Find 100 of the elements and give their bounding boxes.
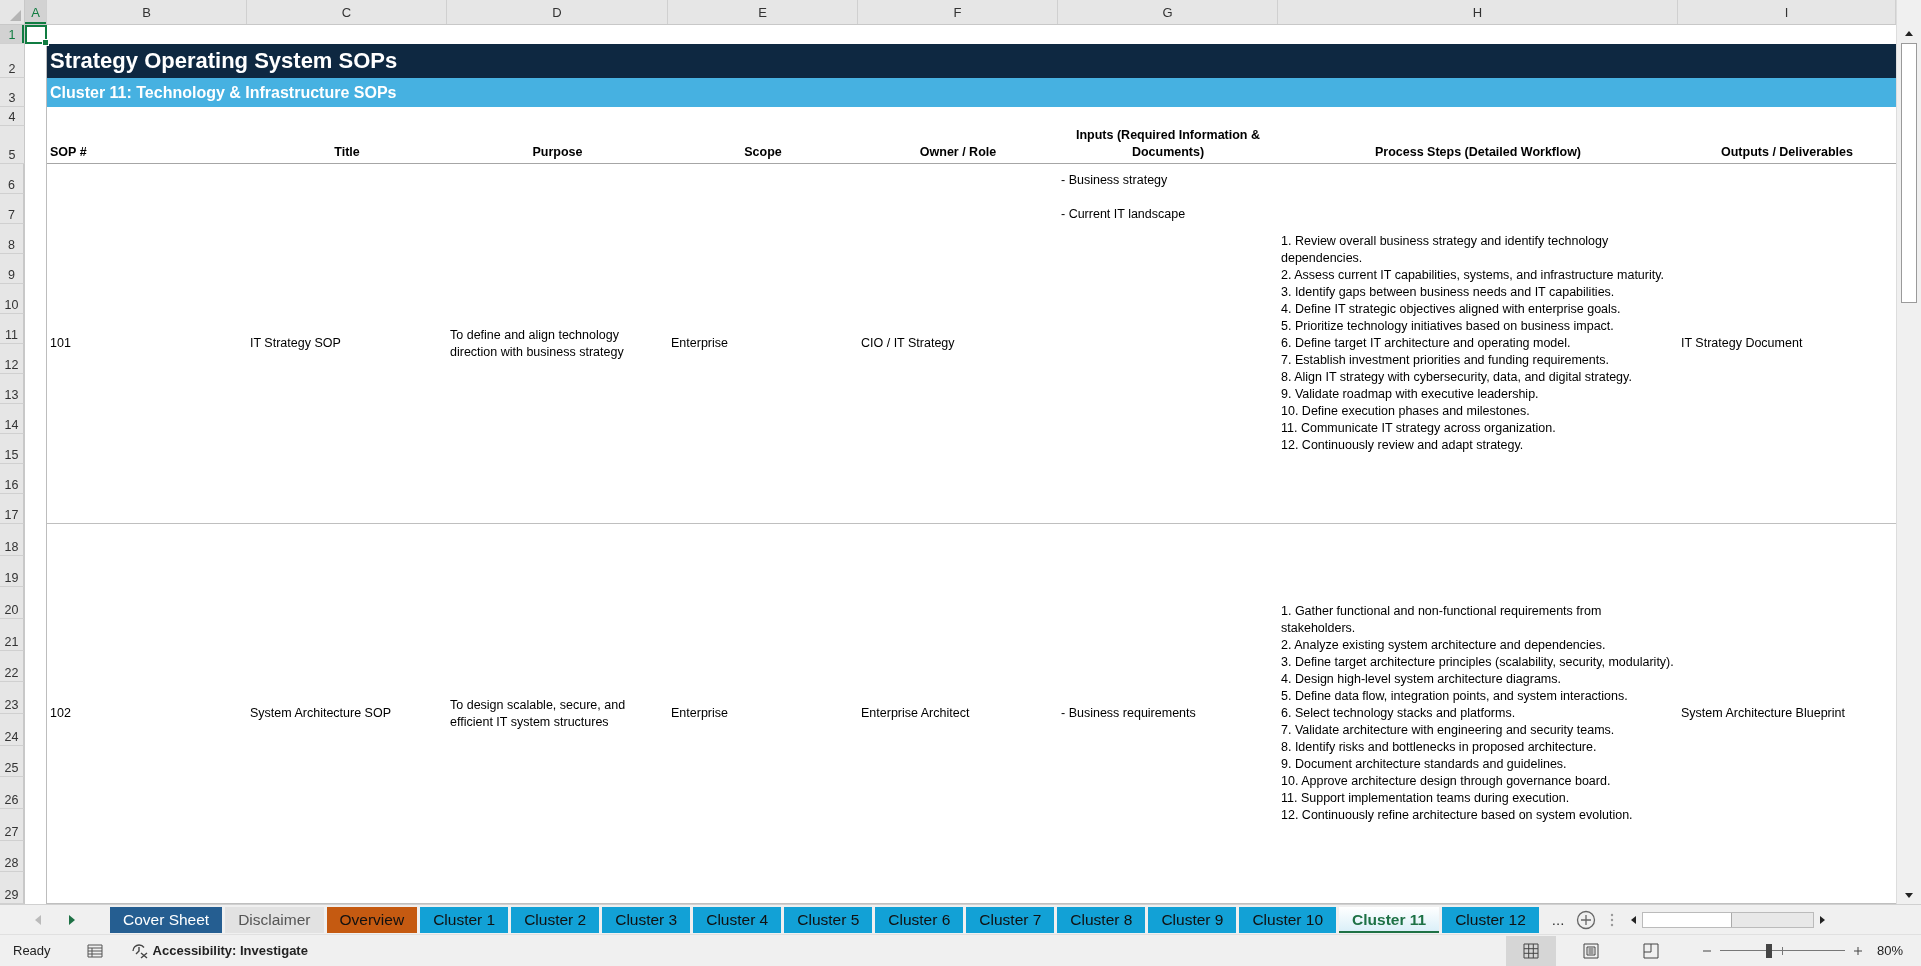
row-header[interactable]: 8 bbox=[0, 224, 24, 254]
process-step: 7. Establish investment priorities and funding requirements. bbox=[1281, 352, 1675, 369]
scrollbar-thumb[interactable] bbox=[1901, 43, 1917, 303]
column-heading: Purpose bbox=[447, 126, 668, 164]
sheet-tab[interactable]: Cluster 4 bbox=[693, 906, 782, 933]
table-cell-text: 101 bbox=[50, 335, 72, 352]
input-item: - Business requirements bbox=[1061, 705, 1197, 722]
sheet-title: Strategy Operating System SOPs bbox=[47, 44, 1896, 78]
row-header[interactable]: 6 bbox=[0, 164, 24, 194]
row-header[interactable]: 17 bbox=[0, 494, 24, 524]
process-step: 10. Approve architecture design through governance board. bbox=[1281, 773, 1675, 790]
selected-cell[interactable] bbox=[25, 25, 47, 44]
sheet-icon[interactable] bbox=[86, 943, 103, 958]
sheet-tab[interactable]: Cluster 1 bbox=[420, 906, 509, 933]
row-header[interactable]: 23 bbox=[0, 682, 24, 715]
row-header[interactable]: 3 bbox=[0, 78, 25, 107]
table-cell-text: Enterprise bbox=[671, 705, 729, 722]
sheet-tab[interactable]: Cluster 6 bbox=[875, 906, 964, 933]
view-button[interactable] bbox=[1505, 935, 1556, 966]
scrollbar-thumb[interactable] bbox=[1643, 912, 1733, 927]
row-header[interactable]: 26 bbox=[0, 777, 24, 810]
row-header[interactable]: 4 bbox=[0, 107, 25, 126]
accessibility-status[interactable]: Accessibility: Investigate bbox=[152, 943, 308, 958]
table-cell-text: System Architecture SOP bbox=[250, 705, 393, 722]
process-step: 4. Design high-level system architecture diagrams. bbox=[1281, 671, 1675, 688]
sheet-tab[interactable]: Cluster 8 bbox=[1057, 906, 1146, 933]
row-header[interactable]: 29 bbox=[0, 872, 24, 904]
process-step: 2. Assess current IT capabilities, systems, and infrastructure maturity. bbox=[1281, 267, 1675, 284]
table-cell-text: To define and align technology direction with business strategy bbox=[450, 326, 625, 361]
row-header[interactable]: 13 bbox=[0, 374, 24, 404]
row-header[interactable]: 21 bbox=[0, 619, 24, 651]
accessibility-icon[interactable] bbox=[130, 942, 149, 959]
column-heading: Scope bbox=[668, 126, 858, 164]
sheet-tab[interactable]: Cluster 2 bbox=[511, 906, 600, 933]
sheet-tab[interactable]: Overview bbox=[326, 906, 418, 933]
process-step: 11. Communicate IT strategy across organization. bbox=[1281, 420, 1675, 437]
slider-thumb[interactable] bbox=[1765, 943, 1772, 958]
page-break-icon bbox=[1642, 942, 1659, 959]
process-step: 3. Identify gaps between business needs and IT capabilities. bbox=[1281, 284, 1675, 301]
column-heading: SOP # bbox=[47, 126, 247, 164]
row-header[interactable]: 27 bbox=[0, 809, 24, 841]
row-header[interactable]: 14 bbox=[0, 404, 24, 434]
row-header[interactable]: 10 bbox=[0, 284, 24, 314]
row-header[interactable]: 28 bbox=[0, 840, 24, 873]
sheet-tab[interactable]: Cluster 3 bbox=[602, 906, 691, 933]
row-header[interactable]: 11 bbox=[0, 314, 24, 344]
process-step: 12. Continuously review and adapt strategy. bbox=[1281, 437, 1675, 454]
process-step: 1. Gather functional and non-functional requirements from stakeholders. bbox=[1281, 603, 1675, 637]
process-step: 10. Define execution phases and milestones. bbox=[1281, 403, 1675, 420]
row-header[interactable]: 25 bbox=[0, 745, 24, 778]
zoom-slider[interactable] bbox=[1719, 942, 1845, 959]
sheet-tab[interactable]: Cluster 10 bbox=[1239, 906, 1337, 933]
sheet-tab[interactable]: Cluster 5 bbox=[784, 906, 873, 933]
row-header[interactable]: 16 bbox=[0, 464, 24, 494]
column-heading: Title bbox=[247, 126, 447, 164]
row-header[interactable]: 7 bbox=[0, 194, 24, 224]
row-header[interactable]: 12 bbox=[0, 344, 24, 374]
process-step: 12. Continuously refine architecture based on system evolution. bbox=[1281, 807, 1675, 824]
sheet-tab[interactable]: Cover Sheet bbox=[110, 906, 223, 933]
row-header[interactable]: 20 bbox=[0, 587, 24, 619]
row-header[interactable]: 19 bbox=[0, 555, 24, 588]
row-header[interactable]: 9 bbox=[0, 254, 24, 284]
process-step: 7. Validate architecture with engineering and security teams. bbox=[1281, 722, 1675, 739]
next-sheet-icon[interactable] bbox=[68, 914, 76, 925]
table-cell-text: System Architecture Blueprint bbox=[1681, 705, 1846, 722]
sheet-tab[interactable]: Cluster 12 bbox=[1442, 906, 1539, 933]
process-step: 3. Define target architecture principles (scalability, security, modularity). bbox=[1281, 654, 1675, 671]
input-item: - Current IT landscape bbox=[1061, 206, 1187, 223]
process-step: 1. Review overall business strategy and identify technology dependencies. bbox=[1281, 233, 1675, 267]
row-header[interactable]: 24 bbox=[0, 714, 24, 746]
row-header[interactable]: 18 bbox=[0, 524, 24, 556]
sheet-tab[interactable]: Cluster 7 bbox=[966, 906, 1055, 933]
row-header[interactable]: 22 bbox=[0, 650, 24, 683]
sheet-subtitle: Cluster 11: Technology & Infrastructure SOPs bbox=[47, 78, 1896, 107]
zoom-in-icon[interactable] bbox=[1852, 945, 1863, 956]
process-step: 11. Support implementation teams during execution. bbox=[1281, 790, 1675, 807]
table-cell-text: CIO / IT Strategy bbox=[861, 335, 956, 352]
process-step: 8. Align IT strategy with cybersecurity, data, and digital strategy. bbox=[1281, 369, 1675, 386]
sheet-tab[interactable]: Cluster 9 bbox=[1148, 906, 1237, 933]
row-header[interactable]: 5 bbox=[0, 126, 25, 164]
table-cell-text: 102 bbox=[50, 705, 72, 722]
table-cell-text: To design scalable, secure, and efficient IT system structures bbox=[450, 696, 627, 731]
add-sheet-icon[interactable] bbox=[1576, 909, 1597, 930]
sheet-tab[interactable]: Disclaimer bbox=[225, 906, 324, 933]
process-step: 2. Analyze existing system architecture and dependencies. bbox=[1281, 637, 1675, 654]
more-tabs[interactable]: ... bbox=[1551, 911, 1565, 928]
column-header[interactable]: A bbox=[25, 0, 47, 24]
row-header[interactable]: 15 bbox=[0, 434, 24, 464]
sheet-tab[interactable]: Cluster 11 bbox=[1339, 906, 1440, 933]
status-text: Ready bbox=[13, 943, 51, 958]
row-header[interactable]: 2 bbox=[0, 44, 25, 78]
table-cell-text: Enterprise Architect bbox=[861, 705, 971, 722]
drag-handle-icon[interactable] bbox=[1610, 912, 1615, 927]
input-item: - Business strategy bbox=[1061, 172, 1169, 189]
zoom-level[interactable]: 80% bbox=[1876, 943, 1903, 958]
process-step: 6. Select technology stacks and platforms. bbox=[1281, 705, 1675, 722]
table-cell-text: Enterprise bbox=[671, 335, 729, 352]
process-step: 5. Prioritize technology initiatives based on business impact. bbox=[1281, 318, 1675, 335]
process-step: 8. Identify risks and bottlenecks in proposed architecture. bbox=[1281, 739, 1675, 756]
process-step: 6. Define target IT architecture and operating model. bbox=[1281, 335, 1675, 352]
